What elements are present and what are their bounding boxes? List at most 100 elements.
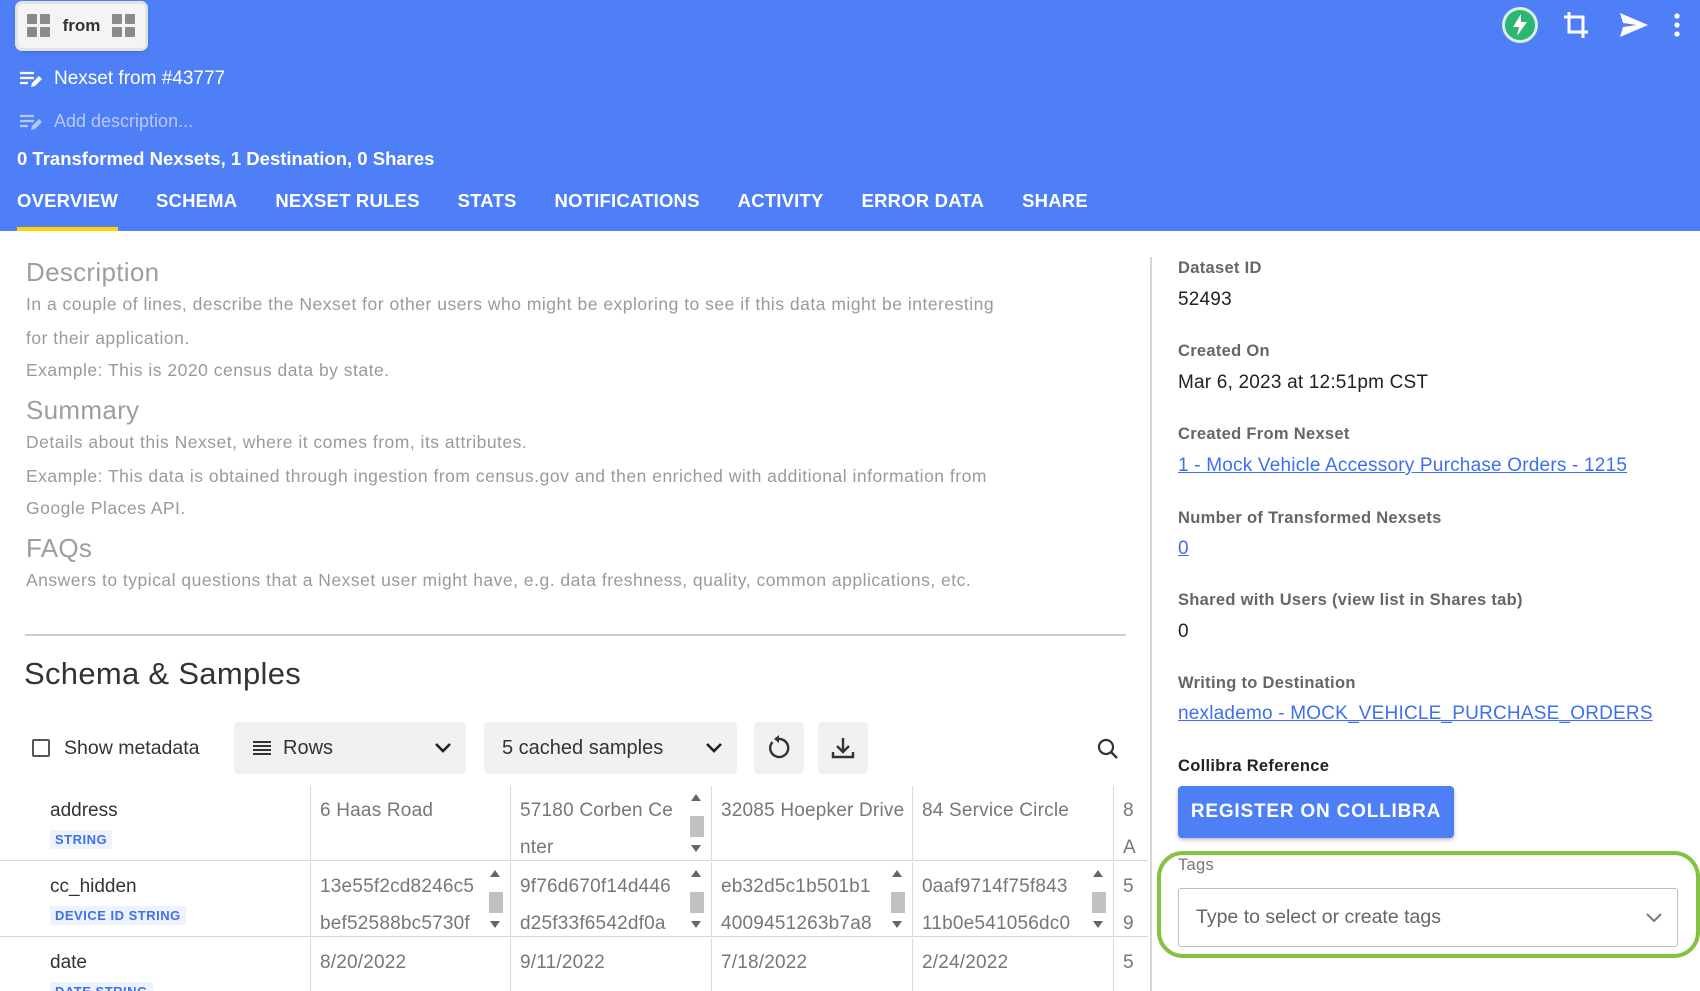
panel-divider — [1150, 257, 1152, 991]
tab-schema[interactable]: SCHEMA — [156, 190, 237, 231]
sample-cell: 13e55f2cd8246c5 bef52588bc5730f — [311, 862, 511, 937]
field-name: address — [50, 800, 118, 821]
nexset-title[interactable]: Nexset from #43777 — [54, 68, 225, 90]
overview-content[interactable]: Description In a couple of lines, descri… — [26, 231, 1126, 598]
sample-value: 8 A — [1123, 800, 1136, 858]
crop-icon[interactable] — [1556, 8, 1596, 42]
tab-error-data[interactable]: ERROR DATA — [862, 190, 985, 231]
dataset-id-label: Dataset ID — [1178, 259, 1262, 277]
schema-toolbar: Show metadata Rows 5 cached samples — [32, 722, 1132, 776]
description-row[interactable]: Add description... — [20, 111, 193, 132]
field-cell: cc_hidden DEVICE ID STRING — [0, 862, 311, 937]
edit-title-icon — [20, 71, 42, 87]
view-mode-select[interactable]: Rows — [234, 722, 466, 774]
flow-chip[interactable]: from — [18, 4, 145, 48]
field-type-badge: DEVICE ID STRING — [50, 906, 186, 925]
summary-line: Details about this Nexset, where it come… — [26, 432, 528, 452]
cell-scrollbar[interactable] — [1090, 866, 1107, 932]
field-cell: address STRING — [0, 786, 311, 861]
created-from-label: Created From Nexset — [1178, 425, 1350, 443]
summary-heading: Summary — [26, 395, 140, 425]
sample-value: 32085 Hoepker Drive — [721, 800, 905, 821]
description-placeholder[interactable]: Add description... — [54, 111, 193, 132]
grid-icon — [112, 14, 136, 38]
transformed-count-label: Number of Transformed Nexsets — [1178, 509, 1442, 527]
destination-link[interactable]: nexlademo - MOCK_VEHICLE_PURCHASE_ORDERS — [1178, 703, 1653, 725]
sample-cell: 57180 Corben Ce nter — [511, 786, 712, 861]
collibra-label: Collibra Reference — [1178, 757, 1330, 775]
description-line: In a couple of lines, describe the Nexse… — [26, 294, 995, 314]
description-heading: Description — [26, 257, 160, 287]
sample-cell: 8 A — [1114, 786, 1148, 861]
destination-label: Writing to Destination — [1178, 674, 1356, 692]
chevron-down-icon — [435, 743, 451, 753]
transformed-count-link[interactable]: 0 — [1178, 538, 1189, 560]
sample-value: 5 — [1123, 952, 1134, 973]
field-type-badge: DATE STRING — [50, 982, 153, 991]
register-on-collibra-button[interactable]: REGISTER ON COLLIBRA — [1178, 786, 1454, 838]
grid-icon — [27, 14, 51, 38]
table-row: cc_hidden DEVICE ID STRING 13e55f2cd8246… — [0, 862, 1148, 937]
edit-description-icon — [20, 114, 42, 130]
sample-value: 0aaf9714f75f843 11b0e541056dc0 — [922, 876, 1071, 934]
download-button[interactable] — [818, 722, 868, 774]
sample-cell: 9f76d670f14d446 d25f33f6542df0a — [511, 862, 712, 937]
view-mode-value: Rows — [283, 736, 334, 759]
sample-cell: eb32d5c1b501b1 4009451263b7a8 — [712, 862, 913, 937]
sample-value: 57180 Corben Ce nter — [520, 800, 673, 858]
search-button[interactable] — [1093, 734, 1123, 764]
tab-share[interactable]: SHARE — [1022, 190, 1088, 231]
show-metadata-checkbox[interactable] — [32, 739, 50, 757]
show-metadata-toggle[interactable]: Show metadata — [32, 722, 200, 774]
chip-label: from — [62, 16, 101, 35]
samples-select[interactable]: 5 cached samples — [484, 722, 737, 774]
field-cell: date DATE STRING — [0, 938, 311, 991]
show-metadata-label: Show metadata — [64, 736, 200, 759]
description-line: for their application. — [26, 327, 190, 348]
cell-scrollbar[interactable] — [688, 790, 705, 856]
sample-value: 7/18/2022 — [721, 952, 808, 973]
sample-cell: 84 Service Circle — [913, 786, 1114, 861]
cell-scrollbar[interactable] — [487, 866, 504, 932]
sample-value: 6 Haas Road — [320, 800, 434, 821]
nexset-header: from Nexset from #43777 Add description.… — [0, 0, 1700, 231]
sample-value: 8/20/2022 — [320, 952, 407, 973]
sample-value: 5 9 — [1123, 876, 1134, 934]
sample-cell: 8/20/2022 — [311, 938, 511, 991]
header-actions — [1502, 7, 1682, 43]
sample-cell: 0aaf9714f75f843 11b0e541056dc0 — [913, 862, 1114, 937]
created-from-link[interactable]: 1 - Mock Vehicle Accessory Purchase Orde… — [1178, 455, 1627, 477]
refresh-button[interactable] — [754, 722, 804, 774]
field-type-badge: STRING — [50, 830, 113, 849]
created-on-value: Mar 6, 2023 at 12:51pm CST — [1178, 372, 1429, 393]
table-row: date DATE STRING 8/20/2022 9/11/2022 7/1… — [0, 938, 1148, 991]
more-vert-icon[interactable] — [1672, 8, 1682, 42]
sample-value: 9f76d670f14d446 d25f33f6542df0a — [520, 876, 671, 934]
nexset-title-row[interactable]: Nexset from #43777 — [20, 68, 225, 90]
created-on-label: Created On — [1178, 342, 1270, 360]
tab-stats[interactable]: STATS — [458, 190, 517, 231]
sample-value: 2/24/2022 — [922, 952, 1009, 973]
schema-samples-title: Schema & Samples — [24, 656, 302, 691]
send-icon[interactable] — [1614, 8, 1654, 42]
list-icon — [253, 741, 271, 755]
chevron-down-icon — [1646, 912, 1662, 922]
schema-samples-table[interactable]: address STRING 6 Haas Road 57180 Corben … — [0, 786, 1148, 991]
bolt-icon[interactable] — [1502, 7, 1538, 43]
sample-cell: 6 Haas Road — [311, 786, 511, 861]
cell-scrollbar[interactable] — [889, 866, 906, 932]
section-divider — [25, 634, 1126, 636]
tags-placeholder: Type to select or create tags — [1196, 906, 1441, 928]
tags-input[interactable]: Type to select or create tags — [1178, 888, 1678, 947]
sample-cell: 7/18/2022 — [712, 938, 913, 991]
tab-activity[interactable]: ACTIVITY — [738, 190, 824, 231]
tab-nexset-rules[interactable]: NEXSET RULES — [275, 190, 419, 231]
summary-line: Google Places API. — [26, 498, 186, 518]
sample-value: 13e55f2cd8246c5 bef52588bc5730f — [320, 876, 475, 934]
nexset-counts: 0 Transformed Nexsets, 1 Destination, 0 … — [17, 148, 435, 169]
sample-cell: 2/24/2022 — [913, 938, 1114, 991]
refresh-icon — [769, 735, 790, 759]
tab-overview[interactable]: OVERVIEW — [17, 190, 118, 231]
cell-scrollbar[interactable] — [688, 866, 705, 932]
tab-notifications[interactable]: NOTIFICATIONS — [555, 190, 700, 231]
